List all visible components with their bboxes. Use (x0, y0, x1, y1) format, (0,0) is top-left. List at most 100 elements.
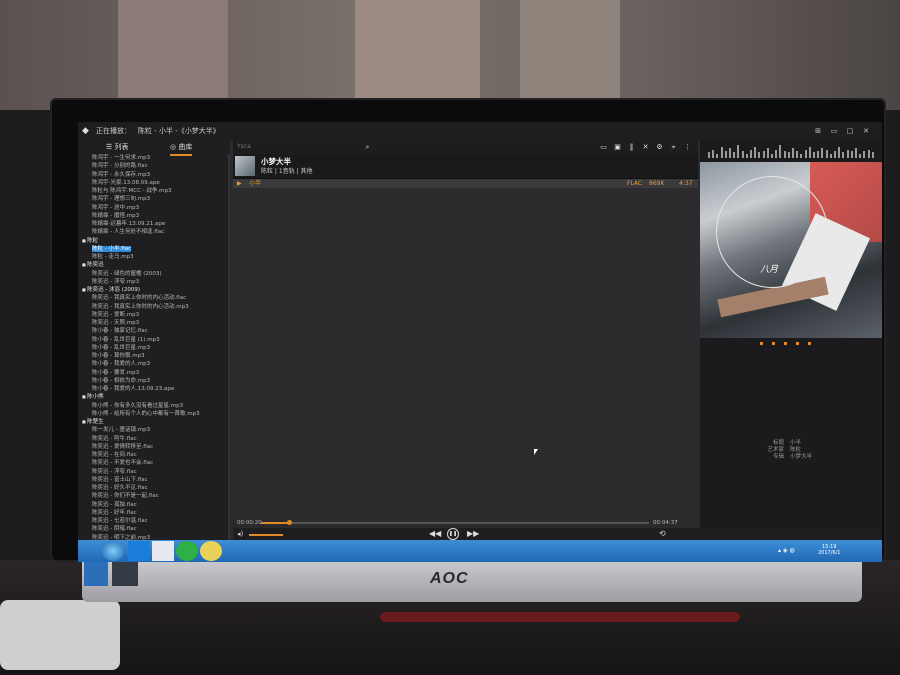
close-button[interactable]: ✕ (860, 122, 872, 140)
progress-knob[interactable] (286, 520, 292, 525)
tree-folder[interactable]: 陈奕迅 (82, 261, 228, 269)
tree-file[interactable]: 陈粒 - 走马.mp3 (82, 253, 228, 261)
tree-file[interactable]: 陈小春 - 相依为命.mp3 (82, 377, 228, 385)
save-icon[interactable]: ▣ (613, 142, 622, 152)
pause-button[interactable]: ❚❚ (447, 528, 459, 540)
repeat-icon[interactable]: ⟲ (659, 528, 666, 540)
folder-icon[interactable]: ▭ (599, 142, 608, 152)
album-cover: 八月 (700, 162, 882, 338)
tree-file[interactable]: 陈奕迅 - 好久不见.flac (82, 484, 228, 492)
scrollbar[interactable] (228, 154, 230, 540)
tree-item-label: 陈小春 - 乱世巨星.mp3 (92, 344, 151, 351)
tree-file[interactable]: 陈小春 - 乱世巨星 (1).mp3 (82, 336, 228, 344)
page-dot[interactable] (760, 342, 763, 345)
tree-file[interactable]: 陈鸿宇 - 理想三旬.mp3 (82, 195, 228, 203)
taskbar-clock[interactable]: 15:19 2017/6/1 (818, 544, 840, 556)
spectrum-bar (867, 149, 870, 158)
tree-file[interactable]: 陈奕迅 - 在间.flac (82, 451, 228, 459)
tree-file[interactable]: 陈小春 - 独家记忆.flac (82, 327, 228, 335)
previous-button[interactable]: ◀◀ (429, 528, 441, 540)
taskbar-app-browser[interactable] (176, 541, 198, 561)
tree-file[interactable]: 陈小春 - 乱世巨星.mp3 (82, 344, 228, 352)
loop-icon[interactable]: ⚙ (655, 142, 664, 152)
tree-file[interactable]: 陈奕迅 - 好年.flac (82, 509, 228, 517)
tree-file[interactable]: 陈婧霏 - 人生何处不相逢.flac (82, 228, 228, 236)
tree-file[interactable]: 陈鸿宇 - 途中.mp3 (82, 204, 228, 212)
tree-file[interactable]: 陈小春 - 算你狠.mp3 (82, 352, 228, 360)
volume-icon[interactable]: ◂) (237, 530, 243, 538)
tree-folder[interactable]: 陈楚生 (82, 418, 228, 426)
minimode-button[interactable]: ⊞ (812, 122, 824, 140)
tree-file[interactable]: 陈奕迅 - 绿色的屋檐 (2003) (82, 270, 228, 278)
next-button[interactable]: ▶▶ (467, 528, 479, 540)
page-dot[interactable] (784, 342, 787, 345)
tree-item-label: 陈奕迅 - 我真实上你时的内心活动.flac (92, 295, 187, 302)
curtain (118, 0, 228, 110)
tree-file[interactable]: 陈小熊 - 你有多久没有看过星星.mp3 (82, 402, 228, 410)
tree-item-label: 陈鸿宇 - 途中.mp3 (92, 204, 140, 211)
tree-file[interactable]: 陈奕迅 - 浮夸.flac (82, 468, 228, 476)
more-icon[interactable]: ⋮ (683, 142, 692, 152)
tray-icons[interactable]: ▴ ◈ ◍ (778, 547, 795, 554)
meta-value: 陈粒 (790, 447, 802, 453)
start-button[interactable] (102, 541, 124, 561)
tree-file[interactable]: 陈奕迅 - 你们不是一起.flac (82, 492, 228, 500)
tree-item-label: 陈奕迅 - 阿牛.flac (92, 435, 137, 442)
tree-file[interactable]: 陈小熊 - 给所有个人的心中都有一首歌.mp3 (82, 410, 228, 418)
tree-file[interactable]: 陈奕迅 - 爱断.mp3 (82, 311, 228, 319)
tree-item-label: 陈小春 - 算你狠.mp3 (92, 353, 145, 359)
tree-file[interactable]: 陈奕迅 - 孤独.flac (82, 501, 228, 509)
tree-file[interactable]: 陈婧霏 - 魔怪.mp3 (82, 212, 228, 220)
tree-file[interactable]: 陈一发儿 - 童话镇.mp3 (82, 426, 228, 434)
tree-file[interactable]: 陈小春 - 我爱的人.13.09.23.ape (82, 385, 228, 393)
tree-file[interactable]: 陈奕迅 - 我真实上你时的内心活动.mp3 (82, 303, 228, 311)
tree-folder[interactable]: 陈奕迅 - 沐浴 (2009) (82, 286, 228, 294)
tree-file[interactable]: 陈奕迅 - 七若尔温.flac (82, 517, 228, 525)
search-icon[interactable]: ⌕ (363, 142, 372, 152)
tree-file[interactable]: 陈奕迅 - 阿牛.flac (82, 435, 228, 443)
tree-file[interactable]: 陈鸿宇 - 永久保存.mp3 (82, 171, 228, 179)
search-input[interactable]: Ysca (233, 140, 397, 154)
tree-file[interactable]: 陈奕迅 - 富士山下.flac (82, 476, 228, 484)
taskbar-app-ie[interactable] (128, 541, 150, 561)
volume-slider[interactable] (249, 534, 283, 536)
tree-item-label: 陈奕迅 - 阴暗.flac (92, 526, 137, 533)
tree-folder[interactable]: 陈小熊 (82, 393, 228, 401)
tree-item-label: 陈奕迅 - 七若尔温.flac (92, 518, 148, 524)
tree-file[interactable]: 陈粒 - 小半.flac (82, 245, 228, 253)
page-dot[interactable] (796, 342, 799, 345)
tab-list[interactable]: ☰ 列表 (106, 140, 129, 154)
spectrum-bar (825, 149, 828, 158)
minimize-button[interactable]: ▭ (828, 122, 840, 140)
tree-file[interactable]: 陈奕迅 - 浮夸.mp3 (82, 278, 228, 286)
tree-file[interactable]: 陈奕迅 - 我真实上你时的内心活动.flac (82, 294, 228, 302)
page-dots[interactable] (760, 342, 820, 348)
taskbar-app-player[interactable] (152, 541, 174, 561)
progress-bar[interactable] (261, 520, 649, 525)
meta-key: 标题 (772, 440, 784, 446)
tree-item-label: 陈粒 - 走马.mp3 (92, 254, 134, 260)
equalizer-icon[interactable]: ‖ (627, 142, 636, 152)
tree-file[interactable]: 陈奕迅 - 不爱也不会.flac (82, 459, 228, 467)
tree-item-label: 陈奕迅 (87, 262, 104, 269)
target-icon[interactable]: ⌖ (669, 142, 678, 152)
meta-key: 艺术家 (767, 447, 784, 453)
page-dot[interactable] (808, 342, 811, 345)
tree-file[interactable]: 陈奕迅 - 爱情转移至.flac (82, 443, 228, 451)
tree-file[interactable]: 陈粒与 陈鸿宇.MCC - 战争.mp3 (82, 187, 228, 195)
maximize-button[interactable]: □ (844, 122, 856, 140)
page-dot[interactable] (772, 342, 775, 345)
tree-file[interactable]: 陈小春 - 要发.mp3 (82, 369, 228, 377)
shuffle-icon[interactable]: ✕ (641, 142, 650, 152)
tree-file[interactable]: 陈小春 - 我爱的人.mp3 (82, 360, 228, 368)
playlist-area[interactable] (233, 188, 698, 518)
spectrum-bar (821, 148, 824, 158)
tree-file[interactable]: 陈鸿宇-光豪.13.08.09.ape (82, 179, 228, 187)
tree-folder[interactable]: 陈粒 (82, 237, 228, 245)
tree-file[interactable]: 陈鸿宇 - 分别的路.flac (82, 162, 228, 170)
tree-file[interactable]: 陈鸿宇 - 一生何求.mp3 (82, 154, 228, 162)
tree-file[interactable]: 陈奕迅 - 阴暗.flac (82, 525, 228, 533)
tree-file[interactable]: 陈婧霏-迟暮年.13.09.21.ape (82, 220, 228, 228)
taskbar-app-media[interactable] (200, 541, 222, 561)
tree-file[interactable]: 陈奕迅 - 天照.mp3 (82, 319, 228, 327)
